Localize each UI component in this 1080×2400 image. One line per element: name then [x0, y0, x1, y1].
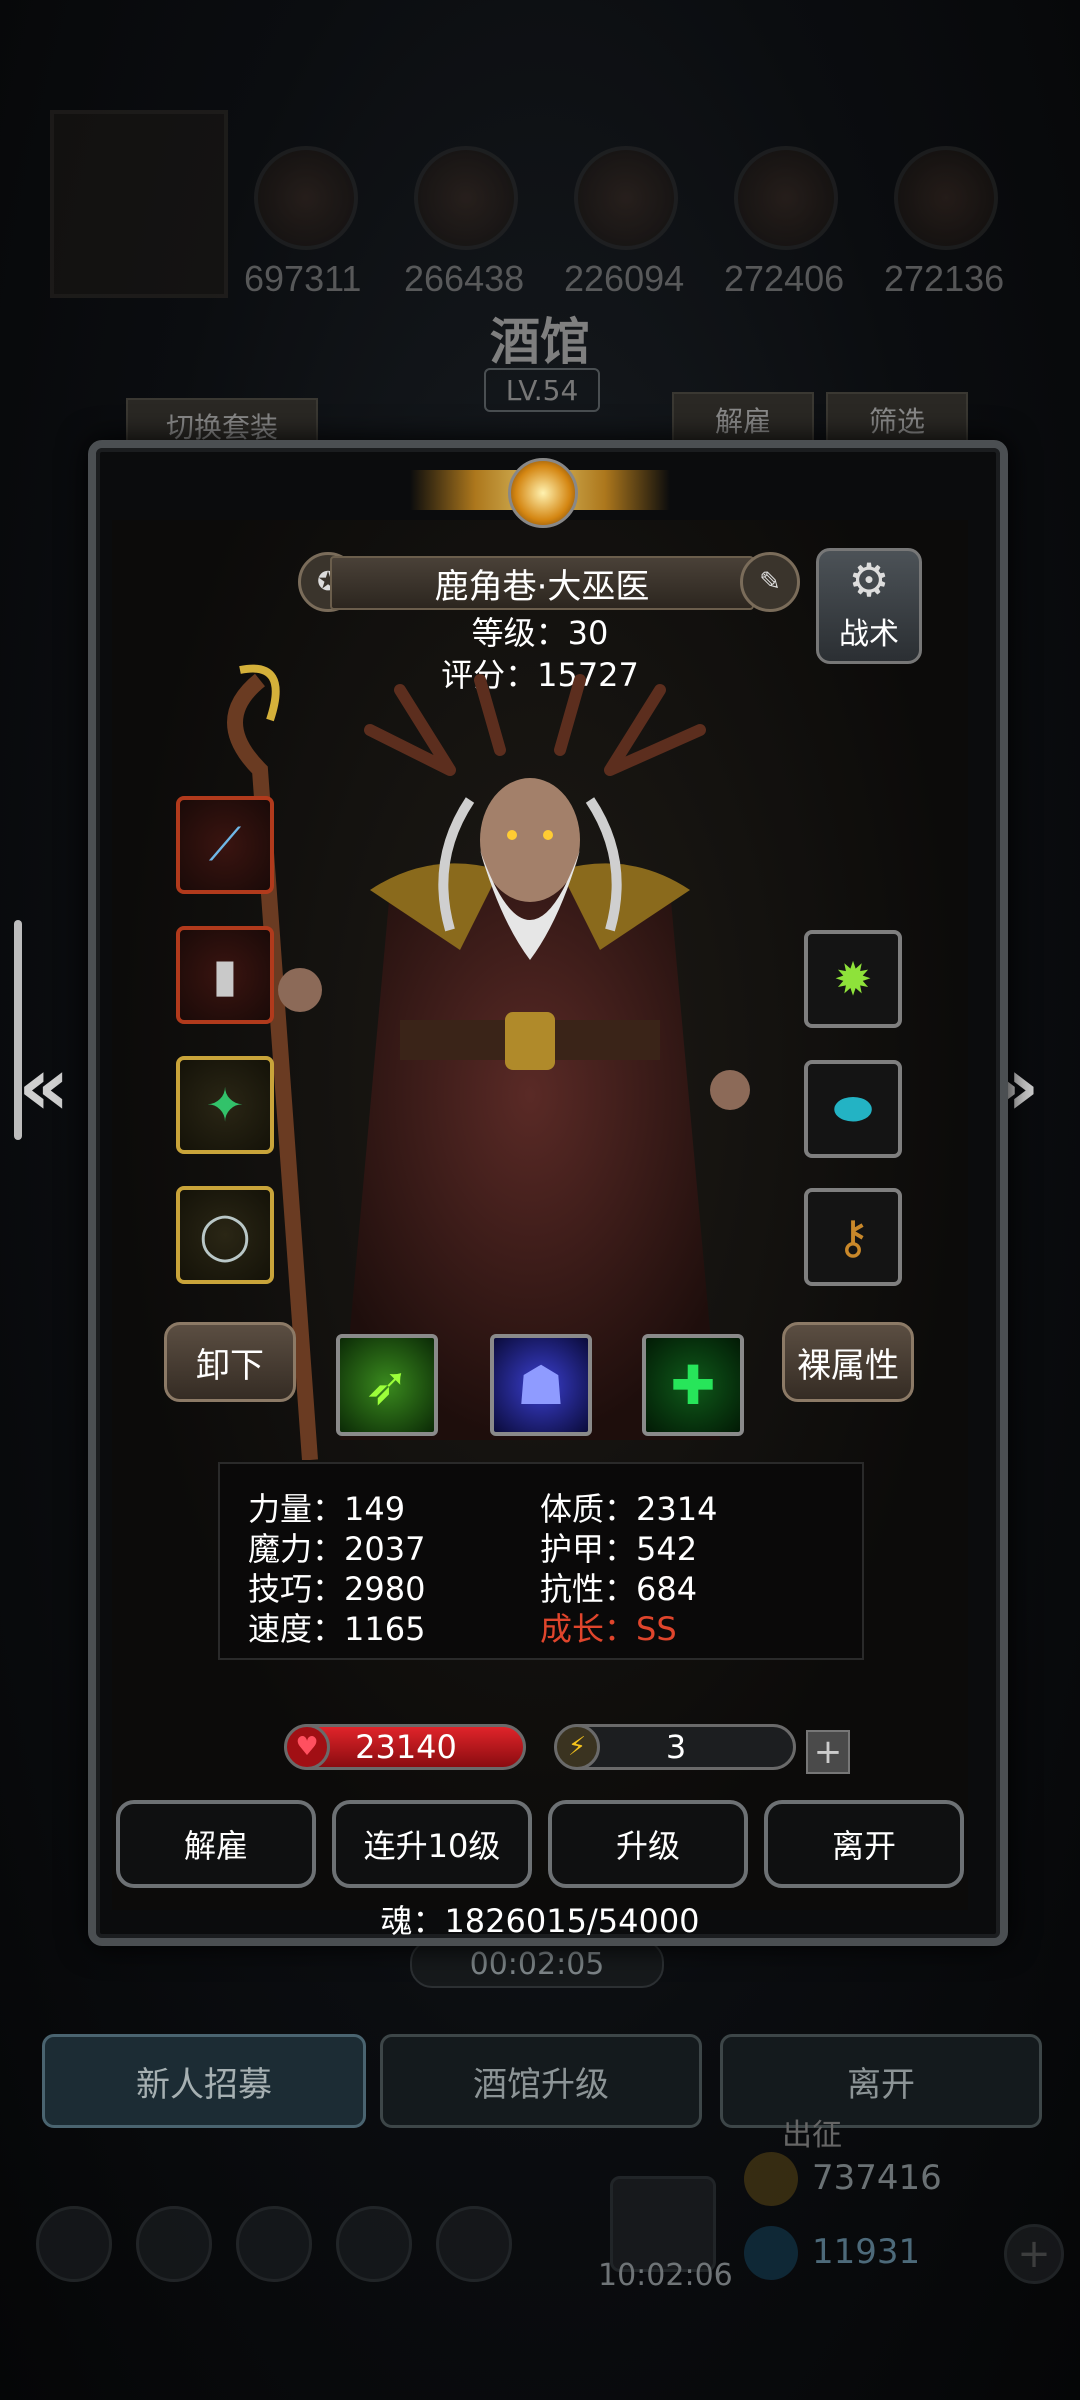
tavern-level-badge: LV.54: [484, 368, 600, 412]
tab-new-recruit[interactable]: 新人招募: [42, 2034, 366, 2128]
resource-count: 272136: [884, 258, 1005, 299]
prev-hero-arrow-icon[interactable]: «: [18, 1040, 70, 1133]
gear-icon: ⚙: [848, 553, 890, 607]
emerald-icon: ✦: [205, 1078, 245, 1132]
hero-name: 鹿角巷·大巫医: [434, 566, 650, 607]
resource-count: 226094: [564, 258, 685, 299]
golden-key-icon: ⚷: [836, 1210, 870, 1264]
recruit-timer: 00:02:05: [410, 1940, 664, 1988]
level-up-button[interactable]: 升级: [548, 1800, 748, 1888]
green-crystal-icon: ✹: [833, 952, 873, 1006]
add-currency-icon[interactable]: +: [1004, 2224, 1064, 2284]
tavern-title: 酒馆: [490, 312, 590, 371]
tab-tavern-upgrade[interactable]: 酒馆升级: [380, 2034, 702, 2128]
rename-edit-icon[interactable]: ✎: [740, 552, 800, 612]
dock-icon[interactable]: [336, 2206, 412, 2282]
level-up-10-button[interactable]: 连升10级: [332, 1800, 532, 1888]
gem-amount: 11931: [812, 2232, 921, 2272]
tab-leave[interactable]: 离开: [720, 2034, 1042, 2128]
equip-slot-accessory[interactable]: ✦: [176, 1056, 274, 1154]
wand-icon: ⟋: [208, 817, 242, 871]
crystal-resource-icon: [734, 146, 838, 250]
soul-counter: 魂：1826015/54000: [380, 1902, 700, 1940]
shadow-skill-icon: ☗: [516, 1353, 566, 1417]
resource-count: 272406: [724, 258, 845, 299]
skill-slot-1[interactable]: ➶: [336, 1334, 438, 1436]
gem-icon: [744, 2226, 798, 2280]
ore-resource-icon: [414, 146, 518, 250]
skill-slot-3[interactable]: ✚: [642, 1334, 744, 1436]
dock-icon[interactable]: [36, 2206, 112, 2282]
lightning-icon: ⚡: [554, 1724, 600, 1770]
stone-resource-icon: [574, 146, 678, 250]
dock-icon[interactable]: [136, 2206, 212, 2282]
hero-portrait: [50, 110, 228, 298]
iron-resource-icon: [894, 146, 998, 250]
green-slash-skill-icon: ➶: [364, 1353, 410, 1417]
stat-speed: 速度：1165: [248, 1610, 426, 1648]
energy-value: 3: [665, 1728, 687, 1766]
wood-resource-icon: [254, 146, 358, 250]
equip-slot-armor[interactable]: ▮: [176, 926, 274, 1024]
skill-slot-2[interactable]: ☗: [490, 1334, 592, 1436]
dock-icon[interactable]: [236, 2206, 312, 2282]
rank-emblem-icon: [508, 458, 578, 528]
add-energy-button[interactable]: +: [806, 1730, 850, 1774]
dock-expedition-label: 出征: [782, 2118, 842, 2153]
resource-count: 266438: [404, 258, 525, 299]
unequip-button[interactable]: 卸下: [164, 1322, 296, 1402]
dock-timer: 10:02:06: [598, 2258, 733, 2293]
ring-icon: ◯: [199, 1208, 251, 1262]
dismiss-button[interactable]: 解雇: [116, 1800, 316, 1888]
hp-value: 23140: [355, 1728, 457, 1766]
hero-level: 等级：30: [471, 614, 609, 652]
leave-button[interactable]: 离开: [764, 1800, 964, 1888]
base-attributes-button[interactable]: 裸属性: [782, 1322, 914, 1402]
heal-cross-skill-icon: ✚: [670, 1353, 716, 1417]
equip-slot-stone[interactable]: ⬬: [804, 1060, 902, 1158]
heart-icon: ♥: [284, 1724, 330, 1770]
gold-amount: 737416: [812, 2158, 942, 2198]
stat-growth: 成长：SS: [540, 1610, 677, 1648]
blue-stone-icon: ⬬: [833, 1081, 873, 1135]
dock-icon[interactable]: [436, 2206, 512, 2282]
hero-name-plate: 鹿角巷·大巫医: [330, 556, 754, 610]
gold-coin-icon: [744, 2152, 798, 2206]
equip-slot-weapon[interactable]: ⟋: [176, 796, 274, 894]
equip-slot-gem[interactable]: ✹: [804, 930, 902, 1028]
resource-count: 697311: [244, 258, 362, 299]
armor-icon: ▮: [212, 948, 238, 1002]
equip-slot-key[interactable]: ⚷: [804, 1188, 902, 1286]
equip-slot-ring[interactable]: ◯: [176, 1186, 274, 1284]
